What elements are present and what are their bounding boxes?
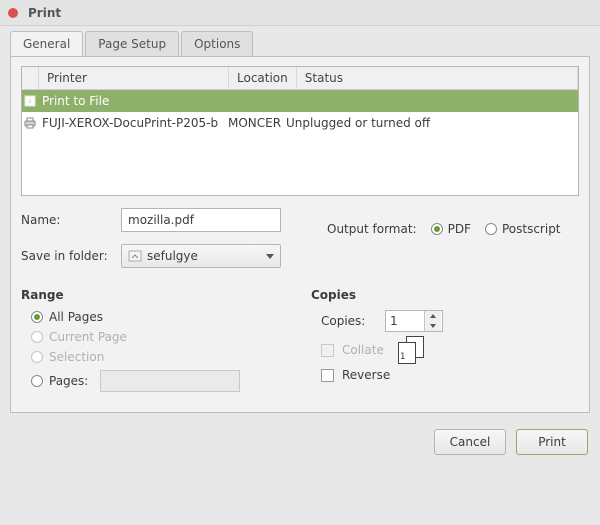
collate-label: Collate [342, 343, 384, 357]
cancel-button[interactable]: Cancel [434, 429, 506, 455]
copies-label: Copies: [321, 314, 377, 328]
save-folder-label: Save in folder: [21, 249, 121, 263]
copies-heading: Copies [311, 288, 579, 302]
folder-value: sefulgye [147, 249, 198, 263]
header-printer[interactable]: Printer [39, 67, 229, 89]
printer-name: FUJI-XEROX-DocuPrint-P205-b [38, 116, 228, 130]
tab-bar: General Page Setup Options [10, 31, 590, 57]
printer-list[interactable]: Printer Location Status Print to File FU… [21, 66, 579, 196]
home-folder-icon [128, 250, 142, 262]
header-location[interactable]: Location [229, 67, 297, 89]
pages-label: Pages: [49, 374, 88, 388]
folder-combobox[interactable]: sefulgye [121, 244, 281, 268]
file-icon [22, 95, 38, 107]
range-all-pages[interactable]: All Pages [31, 310, 311, 324]
window-title: Print [28, 6, 61, 20]
tab-options[interactable]: Options [181, 31, 253, 56]
tab-panel-general: Printer Location Status Print to File FU… [10, 56, 590, 413]
range-copies: Range All Pages Current Page Selection P… [21, 288, 579, 398]
range-selection: Selection [31, 350, 311, 364]
close-icon[interactable] [8, 8, 18, 18]
copies-down-button[interactable] [425, 321, 441, 331]
output-postscript-label: Postscript [502, 222, 561, 236]
header-status[interactable]: Status [297, 67, 578, 89]
print-dialog: General Page Setup Options Printer Locat… [0, 26, 600, 421]
range-section: Range All Pages Current Page Selection P… [21, 288, 311, 398]
copies-spinner[interactable] [385, 310, 443, 332]
collate-checkbox [321, 344, 334, 357]
printer-status: Unplugged or turned off [286, 116, 578, 130]
output-format-group: Output format: PDF Postscript [327, 222, 579, 236]
copies-input[interactable] [386, 314, 424, 328]
printer-name: Print to File [38, 94, 228, 108]
titlebar: Print [0, 0, 600, 26]
chevron-down-icon [266, 254, 274, 259]
copies-section: Copies Copies: Collate 21 [311, 288, 579, 398]
range-heading: Range [21, 288, 311, 302]
collate-icon: 21 [398, 336, 426, 364]
printer-icon [22, 117, 38, 129]
range-current-page: Current Page [31, 330, 311, 344]
output-postscript-radio[interactable]: Postscript [485, 222, 561, 236]
current-page-label: Current Page [49, 330, 127, 344]
name-label: Name: [21, 213, 121, 227]
copies-up-button[interactable] [425, 311, 441, 321]
range-pages[interactable]: Pages: [31, 370, 311, 392]
output-pdf-radio[interactable]: PDF [431, 222, 471, 236]
selection-label: Selection [49, 350, 104, 364]
printer-row[interactable]: FUJI-XEROX-DocuPrint-P205-b MONCER Unplu… [22, 112, 578, 134]
reverse-label: Reverse [342, 368, 390, 382]
printer-row[interactable]: Print to File [22, 90, 578, 112]
print-button[interactable]: Print [516, 429, 588, 455]
all-pages-label: All Pages [49, 310, 103, 324]
printer-list-header: Printer Location Status [22, 67, 578, 90]
tab-page-setup[interactable]: Page Setup [85, 31, 179, 56]
printer-location: MONCER [228, 116, 286, 130]
tab-general[interactable]: General [10, 31, 83, 56]
filename-input[interactable] [121, 208, 281, 232]
header-gutter [22, 67, 39, 89]
pages-input [100, 370, 240, 392]
dialog-footer: Cancel Print [0, 421, 600, 463]
reverse-checkbox[interactable] [321, 369, 334, 382]
output-format-label: Output format: [327, 222, 417, 236]
file-settings: Name: Save in folder: sefulgye [21, 208, 579, 280]
output-pdf-label: PDF [448, 222, 471, 236]
